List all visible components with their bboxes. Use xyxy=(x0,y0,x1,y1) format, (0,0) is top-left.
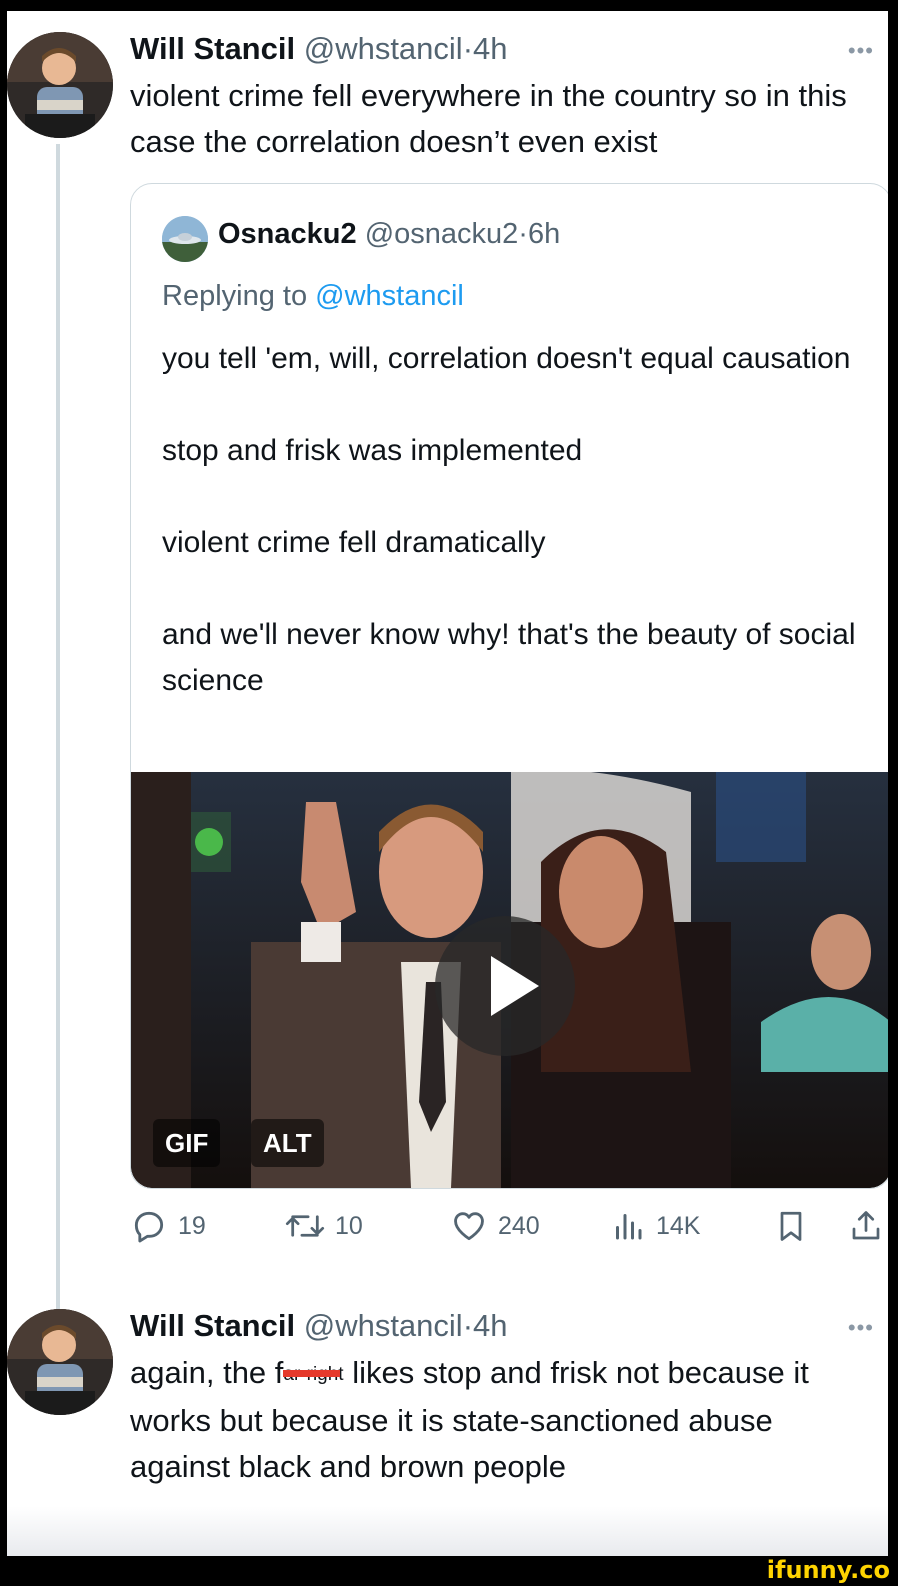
views-button[interactable]: 14K xyxy=(610,1201,700,1251)
gif-media[interactable]: GIF ALT xyxy=(131,772,888,1188)
reply-button[interactable]: 19 xyxy=(130,1201,206,1251)
like-count: 240 xyxy=(498,1211,540,1240)
quoted-author-name[interactable]: Osnacku2 xyxy=(218,218,357,250)
play-button[interactable] xyxy=(435,916,575,1056)
repost-button[interactable]: 10 xyxy=(285,1201,363,1251)
author-name[interactable]: Will Stancil xyxy=(130,1308,295,1343)
repost-count: 10 xyxy=(335,1211,363,1240)
gif-badge: GIF xyxy=(153,1119,221,1167)
analytics-icon xyxy=(616,1214,642,1240)
quoted-timestamp[interactable]: 6h xyxy=(528,218,560,250)
tweet-text: violent crime fell everywhere in the cou… xyxy=(130,78,847,159)
bottom-fade xyxy=(7,1506,888,1556)
replying-prefix: Replying to xyxy=(162,280,316,312)
share-button[interactable] xyxy=(848,1201,884,1251)
quoted-tweet[interactable]: Osnacku2 @osnacku2·6h Replying to @whsta… xyxy=(130,183,888,1189)
quoted-author-handle[interactable]: @osnacku2 xyxy=(365,218,519,250)
redaction-strike xyxy=(283,1370,340,1377)
heart-icon xyxy=(454,1212,484,1241)
thread-line xyxy=(56,144,60,1311)
separator-dot: · xyxy=(518,218,528,250)
tweet-text: again, the far-right likes stop and fris… xyxy=(130,1350,870,1490)
screenshot-frame: Will Stancil @whstancil·4h ••• violent c… xyxy=(7,11,888,1556)
tweet-header: Will Stancil @whstancil·4h xyxy=(130,31,508,67)
bookmark-icon xyxy=(780,1211,802,1241)
quoted-avatar[interactable] xyxy=(162,216,208,262)
quoted-paragraph: you tell 'em, will, correlation doesn't … xyxy=(162,342,851,375)
replying-to: Replying to @whstancil xyxy=(162,280,464,313)
quoted-header: Osnacku2 @osnacku2·6h xyxy=(218,218,560,251)
play-icon xyxy=(491,956,539,1016)
action-bar: 19 10 240 14K xyxy=(130,1201,888,1251)
repost-icon xyxy=(285,1215,325,1237)
alt-badge[interactable]: ALT xyxy=(251,1119,324,1167)
timestamp[interactable]: 4h xyxy=(473,1308,507,1343)
tweet-header: Will Stancil @whstancil·4h xyxy=(130,1308,508,1344)
quoted-text: you tell 'em, will, correlation doesn't … xyxy=(162,336,862,750)
bookmark-button[interactable] xyxy=(773,1201,809,1251)
author-handle[interactable]: @whstancil xyxy=(304,31,463,66)
tweet-text-start: again, the f xyxy=(130,1355,284,1390)
redacted-word: ar-right xyxy=(283,1350,344,1398)
author-handle[interactable]: @whstancil xyxy=(304,1308,463,1343)
quoted-paragraph: and we'll never know why! that's the bea… xyxy=(162,618,856,697)
reply-icon xyxy=(134,1211,164,1243)
more-options-icon[interactable]: ••• xyxy=(848,38,874,64)
more-options-icon[interactable]: ••• xyxy=(848,1315,874,1341)
reply-count: 19 xyxy=(178,1211,206,1240)
timestamp[interactable]: 4h xyxy=(473,31,507,66)
quoted-paragraph: stop and frisk was implemented xyxy=(162,434,583,467)
like-button[interactable]: 240 xyxy=(450,1201,540,1251)
watermark: ifunny.co xyxy=(766,1556,890,1584)
avatar[interactable] xyxy=(7,32,113,138)
separator-dot: · xyxy=(462,31,474,66)
separator-dot: · xyxy=(462,1308,474,1343)
share-icon xyxy=(852,1211,880,1240)
author-name[interactable]: Will Stancil xyxy=(130,31,295,66)
view-count: 14K xyxy=(656,1211,701,1240)
replying-mention-link[interactable]: @whstancil xyxy=(315,280,464,312)
avatar[interactable] xyxy=(7,1309,113,1415)
tweet-text-middle: likes stop and frisk not xyxy=(343,1355,659,1390)
quoted-paragraph: violent crime fell dramatically xyxy=(162,526,546,559)
